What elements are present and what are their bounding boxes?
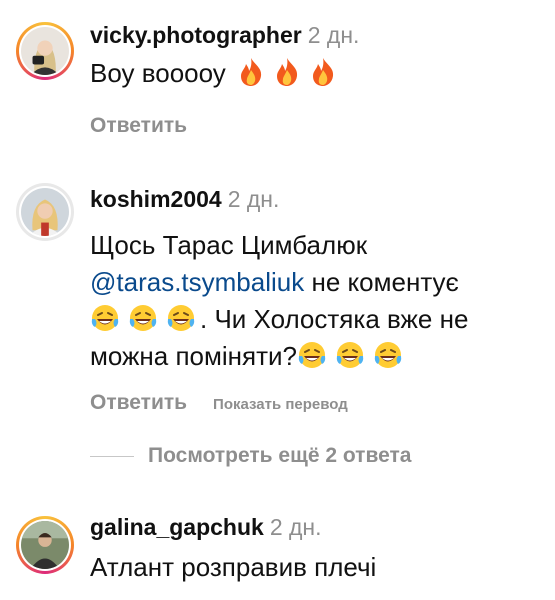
comment-text: Атлант розправив плечі [90, 552, 377, 582]
avatar-photo [21, 521, 69, 569]
reply-button[interactable]: Ответить [90, 114, 187, 137]
comment-text-fragment: не коментує [304, 267, 459, 297]
comment-text: Воу вооооу [90, 55, 539, 92]
comment-line: можна поміняти? [90, 338, 539, 375]
username[interactable]: vicky.photographer [90, 22, 302, 48]
mention-link[interactable]: @taras.tsymbaliuk [90, 267, 304, 297]
laughing-tears-icon [91, 305, 119, 331]
comment-text: Щось Тарас Цимбалюк @taras.tsymbaliuk не… [90, 227, 539, 375]
reply-button[interactable]: Ответить [90, 391, 187, 414]
fire-icon [241, 58, 262, 86]
laughing-tears-icon [167, 305, 195, 331]
fire-icon [277, 58, 298, 86]
username[interactable]: galina_gapchuk [90, 514, 264, 540]
avatar[interactable] [16, 516, 74, 574]
timestamp: 2 дн. [307, 22, 360, 48]
avatar-photo [21, 27, 69, 75]
laughing-tears-icon [298, 342, 326, 368]
comment-line: Щось Тарас Цимбалюк [90, 230, 368, 260]
comment-line: . Чи Холостяка вже не [90, 301, 539, 338]
avatar-photo [21, 188, 69, 236]
view-replies-button[interactable]: Посмотреть ещё 2 ответа [90, 444, 411, 468]
comment-body: Воу вооооу [90, 58, 226, 88]
comment-text-fragment: . Чи Холостяка вже не [200, 304, 469, 334]
timestamp: 2 дн. [227, 186, 280, 212]
translate-button[interactable]: Показать перевод [213, 396, 348, 413]
divider [90, 455, 134, 457]
fire-icon [313, 58, 334, 86]
laughing-tears-icon [336, 342, 364, 368]
username[interactable]: koshim2004 [90, 186, 222, 212]
comment-line: @taras.tsymbaliuk не коментує [90, 264, 539, 301]
laughing-tears-icon [129, 305, 157, 331]
avatar[interactable] [16, 183, 74, 241]
view-replies-label: Посмотреть ещё 2 ответа [148, 444, 412, 467]
avatar[interactable] [16, 22, 74, 80]
laughing-tears-icon [374, 342, 402, 368]
comment-text-fragment: можна поміняти? [90, 341, 297, 371]
timestamp: 2 дн. [269, 514, 322, 540]
